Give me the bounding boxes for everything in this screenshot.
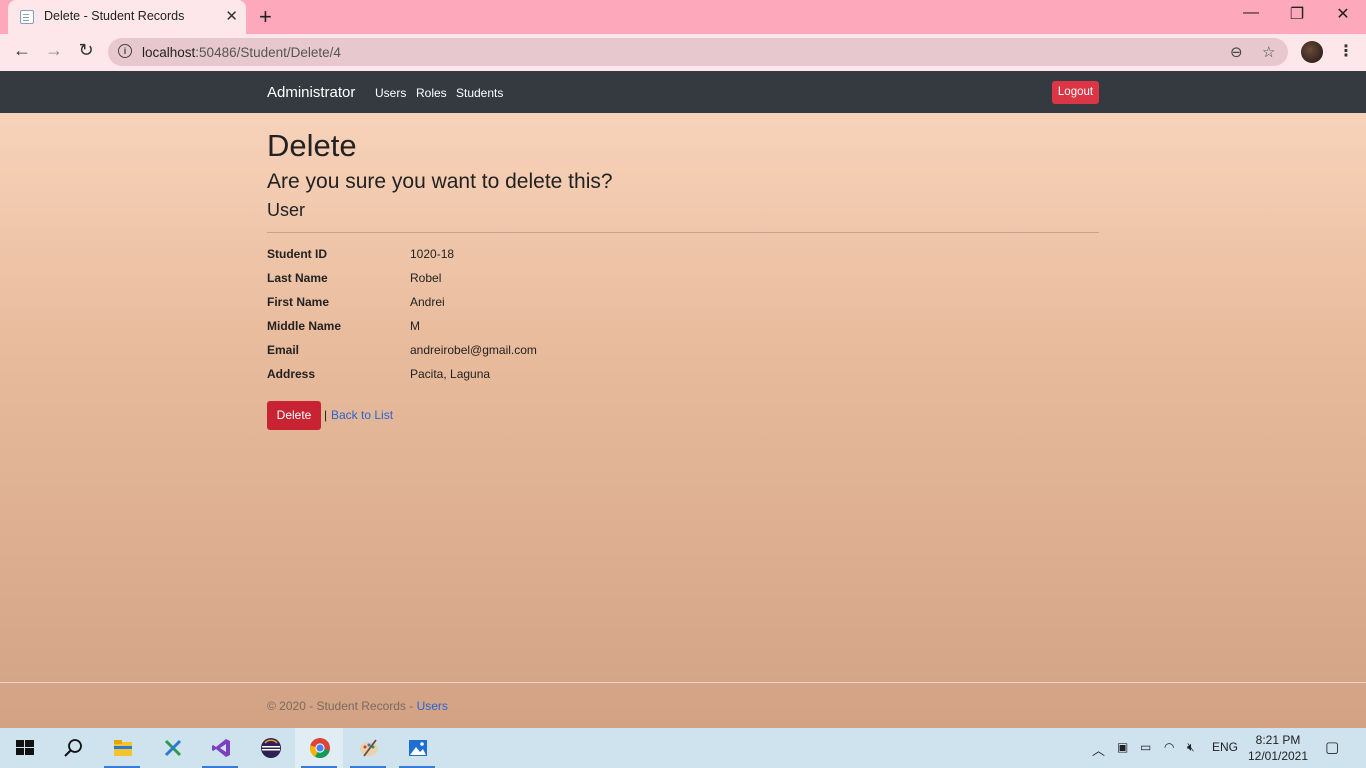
paint-taskbar-button[interactable] (344, 728, 392, 768)
entity-heading: User (267, 200, 306, 220)
navbar-brand[interactable]: Administrator (267, 84, 355, 101)
tray-chevron-up-icon[interactable]: ︿ (1092, 740, 1105, 759)
tab-close-icon[interactable]: ✕ (225, 7, 238, 25)
file-explorer-taskbar-button[interactable] (98, 728, 146, 768)
detail-row-middle-name: Middle Name M (267, 319, 867, 339)
footer: © 2020 - Student Records - Users (267, 699, 448, 713)
detail-label: Address (267, 367, 316, 381)
browser-menu-icon[interactable]: ⋮ (1338, 41, 1354, 61)
browser-tab-strip: Delete - Student Records ✕ + — ❐ ✕ (0, 0, 1366, 34)
detail-row-first-name: First Name Andrei (267, 295, 867, 315)
browser-toolbar: ← → ↻ i localhost:50486/Student/Delete/4… (0, 34, 1366, 71)
paint-palette-icon (360, 739, 378, 757)
detail-value: M (410, 319, 420, 333)
taskbar-clock[interactable]: 8:21 PM 12/01/2021 (1242, 732, 1314, 764)
chrome-icon (310, 738, 330, 758)
windows-taskbar: ︿ ▣ ▭ ◠ 🔇︎ ENG 8:21 PM 12/01/2021 ▢ (0, 728, 1366, 768)
speaker-muted-icon[interactable]: 🔇︎ (1187, 740, 1195, 755)
detail-row-address: Address Pacita, Laguna (267, 367, 867, 387)
detail-label: Last Name (267, 271, 328, 285)
restore-icon[interactable]: ❐ (1274, 4, 1320, 24)
footer-copyright: © 2020 - Student Records - (267, 699, 417, 713)
search-icon (64, 739, 82, 757)
divider (267, 232, 1099, 233)
detail-label: Middle Name (267, 319, 342, 333)
battery-icon[interactable]: ▭ (1140, 740, 1151, 754)
site-info-icon[interactable]: i (118, 44, 132, 58)
page-content: Administrator Users Roles Students Logou… (0, 71, 1366, 728)
link-separator: | (324, 408, 328, 422)
detail-label: Email (267, 343, 300, 357)
reload-icon[interactable]: ↻ (74, 40, 98, 61)
new-tab-plus-icon[interactable]: + (259, 4, 272, 30)
clock-date: 12/01/2021 (1247, 749, 1309, 763)
site-navbar: Administrator Users Roles Students Logou… (0, 71, 1366, 113)
chrome-taskbar-button[interactable] (295, 728, 343, 768)
footer-divider (0, 682, 1366, 683)
nav-link-students[interactable]: Students (456, 86, 503, 100)
tray-device-icon[interactable]: ▣ (1117, 740, 1128, 754)
minimize-icon[interactable]: — (1228, 4, 1274, 22)
detail-value: Robel (410, 271, 442, 285)
logout-button[interactable]: Logout (1052, 81, 1099, 104)
window-close-icon[interactable]: ✕ (1320, 4, 1366, 24)
address-bar[interactable]: i localhost:50486/Student/Delete/4 ⊖ ☆ (108, 38, 1288, 66)
url-text[interactable]: localhost:50486/Student/Delete/4 (142, 45, 341, 60)
eclipse-icon (261, 738, 281, 758)
detail-value: 1020-18 (410, 247, 455, 261)
search-button[interactable] (48, 728, 96, 768)
bookmark-star-icon[interactable]: ☆ (1262, 43, 1275, 61)
clock-time: 8:21 PM (1255, 733, 1301, 747)
folder-icon (114, 740, 132, 756)
profile-avatar[interactable] (1301, 41, 1323, 63)
delete-button[interactable]: Delete (267, 401, 321, 430)
notification-center-icon[interactable]: ▢ (1325, 738, 1339, 756)
photos-icon (409, 740, 427, 756)
detail-label: Student ID (267, 247, 327, 261)
photos-taskbar-button[interactable] (393, 728, 441, 768)
windows-logo-icon (16, 740, 34, 755)
forward-arrow-icon[interactable]: → (42, 40, 66, 61)
page-title: Delete (267, 128, 357, 163)
browser-tab[interactable]: Delete - Student Records ✕ (8, 0, 246, 34)
eclipse-taskbar-button[interactable] (246, 728, 294, 768)
detail-row-email: Email andreirobel@gmail.com (267, 343, 867, 363)
detail-row-student-id: Student ID 1020-18 (267, 247, 867, 267)
url-host: localhost (142, 45, 196, 60)
back-to-list-link[interactable]: Back to List (331, 408, 393, 422)
detail-value: andreirobel@gmail.com (410, 343, 537, 357)
detail-value: Pacita, Laguna (410, 367, 491, 381)
url-path: :50486/Student/Delete/4 (195, 45, 341, 60)
visual-studio-taskbar-button[interactable] (196, 728, 244, 768)
nav-link-users[interactable]: Users (375, 86, 406, 100)
visual-studio-icon (212, 739, 230, 757)
detail-value: Andrei (410, 295, 445, 309)
start-button[interactable] (0, 728, 48, 768)
detail-label: First Name (267, 295, 330, 309)
dev-tool-taskbar-button[interactable] (148, 728, 196, 768)
crossed-tools-icon (164, 739, 182, 757)
language-indicator[interactable]: ENG (1212, 740, 1238, 754)
page-favicon-icon (20, 10, 34, 24)
wifi-icon[interactable]: ◠ (1164, 740, 1174, 754)
confirm-heading: Are you sure you want to delete this? (267, 170, 613, 193)
nav-link-roles[interactable]: Roles (416, 86, 447, 100)
tab-title: Delete - Student Records (44, 9, 185, 23)
zoom-icon[interactable]: ⊖ (1230, 43, 1243, 61)
detail-row-last-name: Last Name Robel (267, 271, 867, 291)
footer-users-link[interactable]: Users (417, 699, 448, 713)
back-arrow-icon[interactable]: ← (10, 40, 34, 61)
